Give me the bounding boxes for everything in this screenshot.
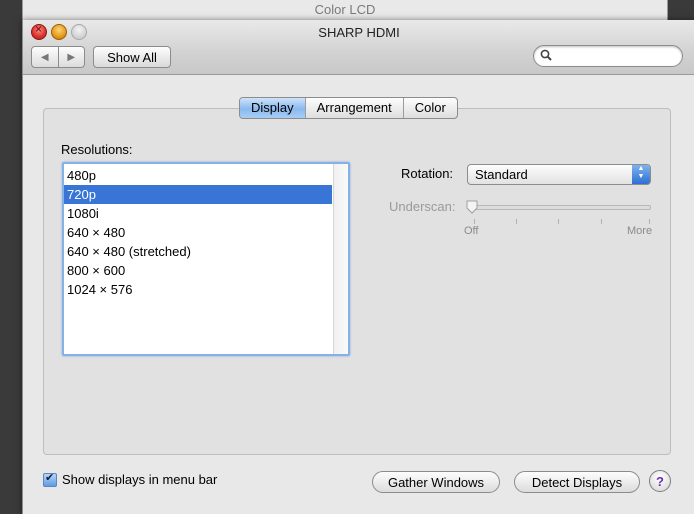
rotation-label: Rotation: [401, 166, 454, 181]
underscan-min-label: Off [464, 225, 479, 237]
slider-tick [558, 219, 559, 224]
slider-tick [516, 219, 517, 224]
search-field[interactable] [533, 45, 683, 67]
tab-display[interactable]: Display [240, 98, 305, 118]
rotation-value: Standard [475, 167, 528, 182]
underscan-slider-thumb[interactable] [465, 200, 479, 214]
underscan-label: Underscan: [389, 199, 456, 214]
tab-arrangement[interactable]: Arrangement [304, 98, 403, 118]
search-icon [540, 49, 552, 61]
resolution-item[interactable]: 640 × 480 (stretched) [64, 242, 332, 261]
help-button[interactable]: ? [649, 470, 671, 492]
show-all-button[interactable]: Show All [93, 46, 171, 68]
tab-bar: Display Arrangement Color [239, 97, 458, 119]
slider-tick [649, 219, 650, 224]
back-forward-control: ◀ ▶ [31, 46, 85, 68]
slider-tick [474, 219, 475, 224]
rotation-select[interactable]: Standard ▲ ▼ [467, 164, 651, 185]
back-arrow-icon[interactable]: ◀ [32, 47, 58, 67]
search-input[interactable] [556, 48, 678, 64]
title-bar: SHARP HDMI ◀ ▶ Show All [23, 20, 694, 75]
show-in-menu-bar-row[interactable]: Show displays in menu bar [43, 471, 217, 487]
resolutions-scrollbar[interactable] [333, 164, 348, 354]
underscan-slider-track[interactable] [471, 205, 651, 210]
show-in-menu-bar-label[interactable]: Show displays in menu bar [62, 472, 217, 487]
detect-displays-button[interactable]: Detect Displays [514, 471, 640, 493]
resolution-item[interactable]: 480p [64, 166, 332, 185]
resolution-item[interactable]: 1080i [64, 204, 332, 223]
resolution-item[interactable]: 800 × 600 [64, 261, 332, 280]
resolution-item[interactable]: 640 × 480 [64, 223, 332, 242]
background-window-title: Color LCD [314, 2, 376, 17]
resolution-item[interactable]: 1024 × 576 [64, 280, 332, 299]
resolution-item-selected[interactable]: 720p [64, 185, 332, 204]
resolutions-label: Resolutions: [61, 142, 133, 157]
window-title: SHARP HDMI [318, 25, 400, 40]
chevron-updown-icon: ▲ ▼ [632, 165, 650, 184]
forward-arrow-icon[interactable]: ▶ [57, 47, 85, 67]
preferences-window: SHARP HDMI ◀ ▶ Show All Display Arrangem… [22, 20, 694, 514]
underscan-max-label: More [627, 225, 653, 237]
show-in-menu-bar-checkbox[interactable] [43, 471, 57, 487]
gather-windows-button[interactable]: Gather Windows [372, 471, 500, 493]
slider-tick [601, 219, 602, 224]
resolutions-list[interactable]: 480p 720p 1080i 640 × 480 640 × 480 (str… [62, 162, 350, 356]
tab-color[interactable]: Color [402, 98, 457, 118]
